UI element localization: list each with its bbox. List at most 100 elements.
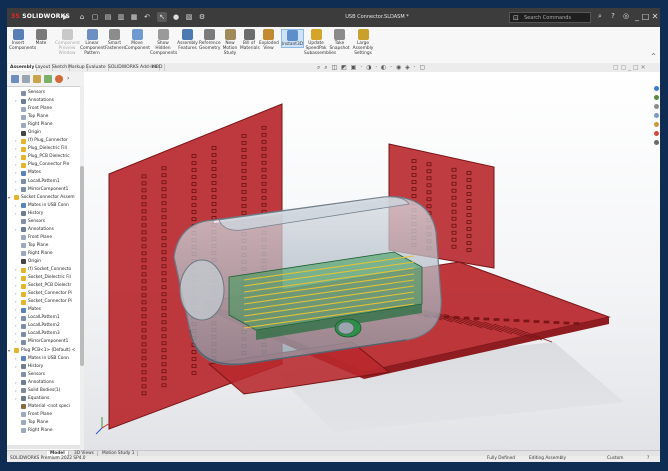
tree-item[interactable]: › Annotations <box>7 97 81 105</box>
tree-item[interactable]: › Equations <box>7 395 81 403</box>
tree-item[interactable]: › (f) Plug_Connector <box>7 137 81 145</box>
expand-arrow-icon[interactable]: › <box>15 210 17 218</box>
tree-item[interactable]: Front Plane <box>7 411 81 419</box>
expand-arrow-icon[interactable]: › <box>15 226 17 234</box>
tab-evaluate[interactable]: Evaluate <box>84 64 109 71</box>
tree-item[interactable]: › Socket_PCB Dielectr <box>7 282 81 290</box>
expand-arrow-icon[interactable]: › <box>15 153 17 161</box>
tree-item[interactable]: › MirrorComponent1 <box>7 338 81 346</box>
view-palette-icon[interactable] <box>654 113 659 118</box>
collapse-arrow-icon[interactable]: ▾ <box>8 194 10 202</box>
heads-up-view-toolbar[interactable]: ⌕ ⌕ ◫ ◩ ▣ · ◑ · ◐ · ◉ ◈ · ▢ <box>317 64 426 72</box>
open-icon[interactable]: ▤ <box>103 12 113 22</box>
expand-arrow-icon[interactable]: › <box>15 266 17 274</box>
tree-item[interactable]: Top Plane <box>7 419 81 427</box>
expand-arrow-icon[interactable]: › <box>15 145 17 153</box>
expand-arrow-icon[interactable]: › <box>15 274 17 282</box>
search-options-icon[interactable]: ⌕ <box>595 12 605 21</box>
save-icon[interactable]: ▥ <box>116 12 126 22</box>
expand-arrow-icon[interactable]: › <box>15 387 17 395</box>
tree-item[interactable]: › History <box>7 363 81 371</box>
home-icon[interactable]: ⌂ <box>77 12 87 22</box>
tree-item[interactable]: Origin <box>7 258 81 266</box>
tree-item[interactable]: › Mates <box>7 306 81 314</box>
display-manager-tab-icon[interactable] <box>55 75 63 83</box>
print-icon[interactable]: ▦ <box>129 12 139 22</box>
expand-arrow-icon[interactable]: › <box>15 161 17 169</box>
expand-arrow-icon[interactable]: › <box>15 338 17 346</box>
expand-arrow-icon[interactable]: › <box>15 169 17 177</box>
expand-arrow-icon[interactable]: › <box>15 202 17 210</box>
tree-item[interactable]: › History <box>7 210 81 218</box>
ribbon-show-hidden-components-button[interactable]: Show Hidden Components <box>150 29 177 56</box>
tree-horizontal-scrollbar[interactable] <box>7 445 80 449</box>
view-window-icons[interactable]: ▢ ▢ _ □ ✕ <box>613 64 646 71</box>
ribbon-instant3d-button[interactable]: Instant3D <box>281 29 304 48</box>
ribbon-update-speedpak-subassemblies-button[interactable]: Update SpeedPak Subassemblies <box>304 29 336 56</box>
expand-arrow-icon[interactable]: › <box>15 178 17 186</box>
search-commands-input[interactable]: ⊡ Search Commands <box>509 12 591 23</box>
resources-icon[interactable] <box>654 86 659 91</box>
expand-arrow-icon[interactable]: › <box>15 395 17 403</box>
tree-item[interactable]: › LocalLPattern2 <box>7 322 81 330</box>
tree-item[interactable]: Sensors <box>7 89 81 97</box>
close-button[interactable]: ✕ <box>650 11 660 23</box>
tree-item[interactable]: › Mates <box>7 169 81 177</box>
tree-item[interactable]: Sensors <box>7 218 81 226</box>
tree-item[interactable]: › Socket_Connector Pi <box>7 290 81 298</box>
rebuild-icon[interactable]: ● <box>171 12 181 22</box>
tree-item[interactable]: › Socket_Connector Pi <box>7 298 81 306</box>
tree-item[interactable]: › Mates in USB Conn <box>7 202 81 210</box>
feature-manager-tab-icon[interactable] <box>11 75 19 83</box>
tree-item[interactable]: › LocalLPattern1 <box>7 178 81 186</box>
ribbon-take-snapshot-button[interactable]: Take Snapshot <box>329 29 350 51</box>
tree-item[interactable]: › Annotations <box>7 226 81 234</box>
tree-item[interactable]: › Plug_Connector Pin <box>7 161 81 169</box>
ribbon-linear-component-pattern-button[interactable]: Linear Component Pattern <box>80 29 105 56</box>
ribbon-move-component-button[interactable]: Move Component <box>125 29 150 51</box>
appearances-icon[interactable] <box>654 122 659 127</box>
expand-arrow-icon[interactable]: › <box>15 379 17 387</box>
collapse-arrow-icon[interactable]: ▾ <box>8 347 10 355</box>
status-units[interactable]: Custom <box>607 456 623 462</box>
tree-item[interactable]: › MirrorComponent1 <box>7 186 81 194</box>
tree-item[interactable]: Origin <box>7 129 81 137</box>
tree-item[interactable]: › Plug_Dielectric Fill <box>7 145 81 153</box>
tree-item[interactable]: › Solid Bodies(1) <box>7 387 81 395</box>
panel-more-icon[interactable]: › <box>67 75 75 83</box>
ribbon-component-preview-window-button[interactable]: Component Preview Window <box>55 29 80 56</box>
ribbon-assembly-features-button[interactable]: Assembly Features <box>177 29 198 51</box>
expand-arrow-icon[interactable]: › <box>15 322 17 330</box>
expand-arrow-icon[interactable]: › <box>15 363 17 371</box>
tree-item[interactable]: Material <not speci <box>7 403 81 411</box>
configuration-manager-tab-icon[interactable] <box>33 75 41 83</box>
expand-arrow-icon[interactable]: › <box>15 282 17 290</box>
tree-item[interactable]: › Mates in USB Conn <box>7 355 81 363</box>
tab-mbd[interactable]: MBD <box>150 64 166 71</box>
tree-item[interactable]: Top Plane <box>7 113 81 121</box>
file-properties-icon[interactable]: ▧ <box>184 12 194 22</box>
ribbon-mate-button[interactable]: Mate <box>29 29 53 46</box>
expand-arrow-icon[interactable]: › <box>15 290 17 298</box>
status-help-icon[interactable]: ? <box>647 456 649 462</box>
dimxpert-tab-icon[interactable] <box>44 75 52 83</box>
tree-item[interactable]: › Annotations <box>7 379 81 387</box>
property-manager-tab-icon[interactable] <box>22 75 30 83</box>
menu-expand-icon[interactable]: ▶ <box>63 13 68 21</box>
tree-item[interactable]: › LocalLPattern3 <box>7 330 81 338</box>
undo-icon[interactable]: ↶ <box>142 12 152 22</box>
tree-item[interactable]: Top Plane <box>7 242 81 250</box>
select-icon[interactable]: ↖ <box>157 12 167 22</box>
new-doc-icon[interactable]: ▢ <box>90 12 100 22</box>
expand-arrow-icon[interactable]: › <box>15 137 17 145</box>
collapse-ribbon-icon[interactable]: ^ <box>651 53 656 60</box>
ribbon-bill-of-materials-button[interactable]: Bill of Materials <box>240 29 260 51</box>
tree-item[interactable]: Front Plane <box>7 234 81 242</box>
tree-item[interactable]: ▾ Socket Connector Assem <box>7 194 81 202</box>
tree-item[interactable]: ▾ Plug PCB<1> (Default) < <box>7 347 81 355</box>
solidworks-forum-icon[interactable] <box>654 140 659 145</box>
options-icon[interactable]: ⚙ <box>197 12 207 22</box>
expand-arrow-icon[interactable]: › <box>15 97 17 105</box>
tree-item[interactable]: Right Plane <box>7 121 81 129</box>
user-icon[interactable]: ◎ <box>621 12 631 20</box>
